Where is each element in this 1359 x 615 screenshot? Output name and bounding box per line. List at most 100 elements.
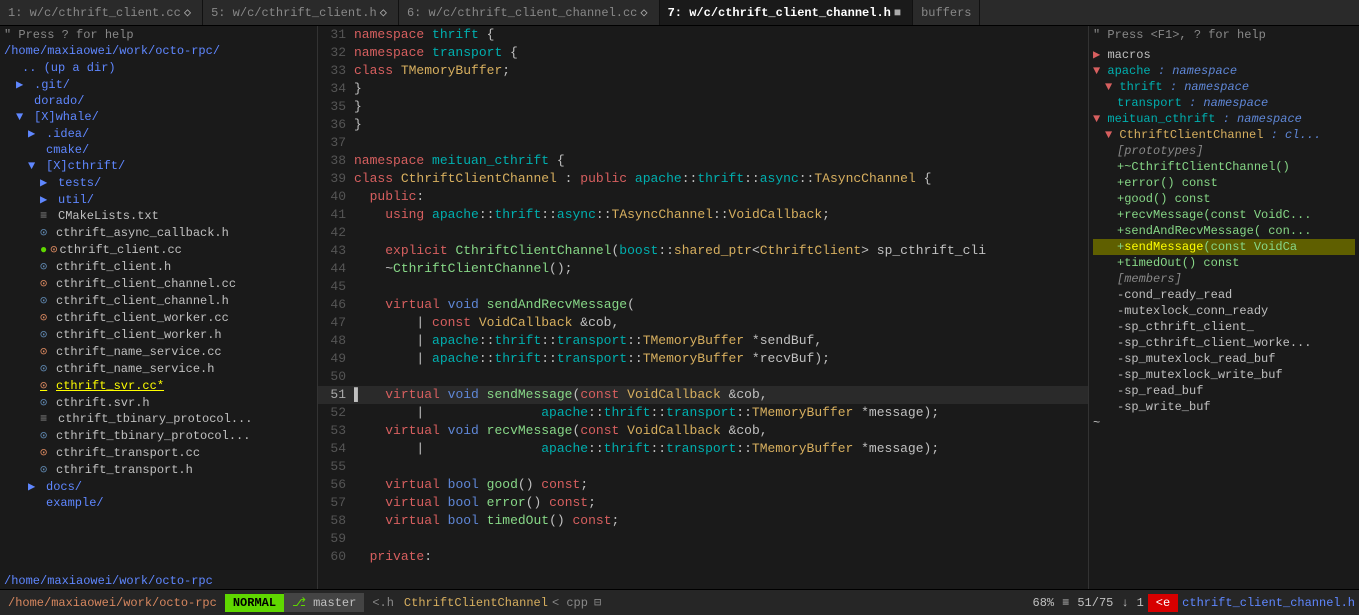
outline-sp-cthrift[interactable]: -sp_cthrift_client_ — [1093, 319, 1355, 335]
outline-good[interactable]: +good() const — [1093, 191, 1355, 207]
fn-label: +~CthriftClientChannel() — [1117, 160, 1290, 174]
tree-item-git[interactable]: ▶ .git/ — [0, 76, 317, 93]
editor-pane[interactable]: 31 namespace thrift { 32 namespace trans… — [318, 26, 1089, 589]
tree-item-client-h[interactable]: ⊙ cthrift_client.h — [0, 258, 317, 275]
code-line-37: 37 — [318, 134, 1088, 152]
outline-destructor[interactable]: +~CthriftClientChannel() — [1093, 159, 1355, 175]
outline-meituan-ns[interactable]: ▼ meituan_cthrift : namespace — [1093, 111, 1355, 127]
outline-sp-write-buf[interactable]: -sp_write_buf — [1093, 399, 1355, 415]
code-line-50: 50 — [318, 368, 1088, 386]
code-line-56: 56 virtual bool good() const; — [318, 476, 1088, 494]
tree-item-nameservice-cc[interactable]: ⊙ cthrift_name_service.cc — [0, 343, 317, 360]
tree-item-label: cmake/ — [46, 143, 89, 157]
tree-item-client-cc[interactable]: ● ⊙ cthrift_client.cc — [0, 241, 317, 258]
tilde-label: ~ — [1093, 416, 1100, 430]
code-area[interactable]: 31 namespace thrift { 32 namespace trans… — [318, 26, 1088, 589]
outline-thrift-ns[interactable]: ▼ thrift : namespace — [1093, 79, 1355, 95]
tree-item-tests[interactable]: ▶ tests/ — [0, 174, 317, 191]
outline-error[interactable]: +error() const — [1093, 175, 1355, 191]
tree-item-cmake[interactable]: cmake/ — [0, 142, 317, 158]
outline-sp-cthrift-worker[interactable]: -sp_cthrift_client_worke... — [1093, 335, 1355, 351]
tree-item-label: cthrift.svr.h — [56, 396, 150, 410]
tree-item-idea[interactable]: ▶ .idea/ — [0, 125, 317, 142]
tree-item-svr-h[interactable]: ⊙ cthrift.svr.h — [0, 394, 317, 411]
tree-item-label: dorado/ — [34, 94, 84, 108]
outline-cls[interactable]: ▼ CthriftClientChannel : cl... — [1093, 127, 1355, 143]
tab-5[interactable]: 5: w/c/cthrift_client.h ◇ — [203, 0, 399, 25]
tree-item-label: cthrift_client_channel.cc — [56, 277, 236, 291]
cc-icon: ⊙ — [40, 310, 54, 325]
tree-item-label: cthrift_client.h — [56, 260, 171, 274]
right-panel-help: " Press <F1>, ? for help — [1089, 26, 1359, 44]
member-label: -sp_cthrift_client_worke... — [1117, 336, 1311, 350]
fn-label: +error() const — [1117, 176, 1218, 190]
main-layout: " Press ? for help /home/maxiaowei/work/… — [0, 26, 1359, 589]
tree-item-util[interactable]: ▶ util/ — [0, 191, 317, 208]
tree-item-docs[interactable]: ▶ docs/ — [0, 478, 317, 495]
tree-item-tbinary2[interactable]: ⊙ cthrift_tbinary_protocol... — [0, 427, 317, 444]
tree-item-label: CMakeLists.txt — [58, 209, 159, 223]
status-bar-icon: ≡ — [1058, 596, 1073, 610]
outline-sp-mutex-write[interactable]: -sp_mutexlock_write_buf — [1093, 367, 1355, 383]
tree-item-channel-h[interactable]: ⊙ cthrift_client_channel.h — [0, 292, 317, 309]
tree-item-label: cthrift_client.cc — [59, 243, 181, 257]
sidebar-path: /home/maxiaowei/work/octo-rpc/ — [0, 44, 317, 58]
h-icon: ⊙ — [40, 428, 54, 443]
tree-item-label: cthrift_name_service.cc — [56, 345, 222, 359]
status-branch: ⎇ master — [284, 593, 364, 612]
h-icon: ⊙ — [40, 327, 54, 342]
outline-sp-mutex-read[interactable]: -sp_mutexlock_read_buf — [1093, 351, 1355, 367]
tab-buffers[interactable]: buffers — [913, 0, 980, 25]
cc-icon: ⊙ — [40, 344, 54, 359]
code-line-31: 31 namespace thrift { — [318, 26, 1088, 44]
code-line-32: 32 namespace transport { — [318, 44, 1088, 62]
tree-item-worker-cc[interactable]: ⊙ cthrift_client_worker.cc — [0, 309, 317, 326]
tree-item-worker-h[interactable]: ⊙ cthrift_client_worker.h — [0, 326, 317, 343]
tree-item-cmakelists[interactable]: ≡ CMakeLists.txt — [0, 208, 317, 224]
tab-7[interactable]: 7: w/c/cthrift_client_channel.h ■ — [660, 0, 913, 25]
tree-item-up[interactable]: .. (up a dir) — [0, 60, 317, 76]
tree-item-async-cb-h[interactable]: ⊙ cthrift_async_callback.h — [0, 224, 317, 241]
code-line-40: 40 public: — [318, 188, 1088, 206]
tab-1[interactable]: 1: w/c/cthrift_client.cc ◇ — [0, 0, 203, 25]
tab-6[interactable]: 6: w/c/cthrift_client_channel.cc ◇ — [399, 0, 660, 25]
cc-icon: ⊙ — [40, 276, 54, 291]
tab-buffers-label: buffers — [921, 6, 971, 20]
expand-icon: ▶ — [16, 77, 30, 92]
outline-apache-ns[interactable]: ▼ apache : namespace — [1093, 63, 1355, 79]
tree-item-cthrift[interactable]: ▼ [X]cthrift/ — [0, 158, 317, 174]
outline-sp-read-buf[interactable]: -sp_read_buf — [1093, 383, 1355, 399]
code-line-46: 46 virtual void sendAndRecvMessage( — [318, 296, 1088, 314]
ns-label: : namespace — [1170, 80, 1249, 94]
outline-cond-ready-read[interactable]: -cond_ready_read — [1093, 287, 1355, 303]
tree-item-svr-cc[interactable]: ⊙ cthrift_svr.cc* — [0, 377, 317, 394]
thrift-label: thrift — [1119, 80, 1162, 94]
tree-item-whale[interactable]: ▼ [X]whale/ — [0, 109, 317, 125]
tree-item-transport-h[interactable]: ⊙ cthrift_transport.h — [0, 461, 317, 478]
tree-item-nameservice-h[interactable]: ⊙ cthrift_name_service.h — [0, 360, 317, 377]
code-line-58: 58 virtual bool timedOut() const; — [318, 512, 1088, 530]
outline-transport-ns[interactable]: transport : namespace — [1093, 95, 1355, 111]
tree-item-example[interactable]: example/ — [0, 495, 317, 511]
tree-item-tbinary1[interactable]: ≡ cthrift_tbinary_protocol... — [0, 411, 317, 427]
sidebar-status: /home/maxiaowei/work/octo-rpc — [0, 573, 317, 589]
code-line-54: 54 | apache::thrift::transport::TMemoryB… — [318, 440, 1088, 458]
apache-label: apache — [1107, 64, 1150, 78]
outline-sendrecv[interactable]: +sendAndRecvMessage( con... — [1093, 223, 1355, 239]
tree-item-channel-cc[interactable]: ⊙ cthrift_client_channel.cc — [0, 275, 317, 292]
file-tree: .. (up a dir) ▶ .git/ dorado/ ▼ [X]whale… — [0, 58, 317, 573]
tree-item-transport-cc[interactable]: ⊙ cthrift_transport.cc — [0, 444, 317, 461]
outline-timedout[interactable]: +timedOut() const — [1093, 255, 1355, 271]
member-label: -cond_ready_read — [1117, 288, 1232, 302]
outline-mutexlock-conn[interactable]: -mutexlock_conn_ready — [1093, 303, 1355, 319]
arrow-icon: ▶ — [1093, 48, 1107, 62]
outline-sendmsg[interactable]: +sendMessage(const VoidCa — [1093, 239, 1355, 255]
outline-macros[interactable]: ▶ macros — [1093, 46, 1355, 63]
tab-7-indicator: ■ — [894, 6, 901, 20]
tree-item-dorado[interactable]: dorado/ — [0, 93, 317, 109]
h-icon: ⊙ — [40, 395, 54, 410]
tree-item-label: cthrift_transport.cc — [56, 446, 200, 460]
outline-recvmsg[interactable]: +recvMessage(const VoidC... — [1093, 207, 1355, 223]
member-label: -sp_cthrift_client_ — [1117, 320, 1254, 334]
triangle-icon: ▼ — [1093, 64, 1107, 78]
